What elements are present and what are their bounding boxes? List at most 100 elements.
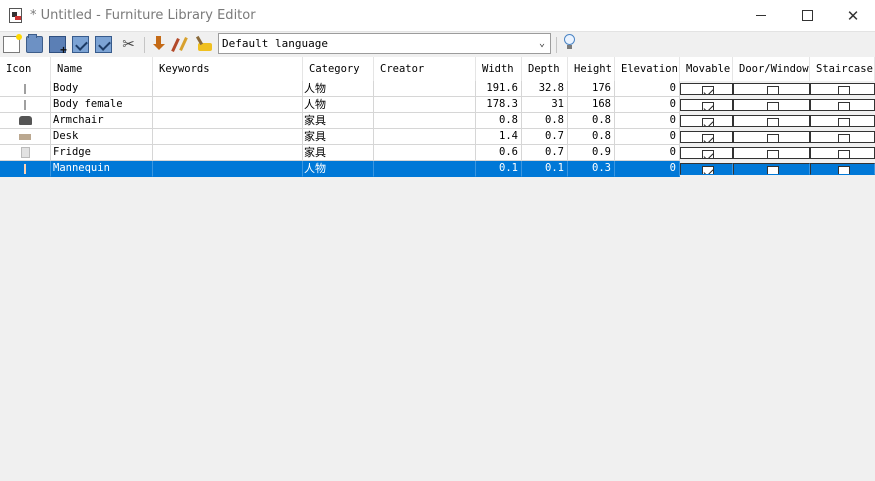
cell-staircase[interactable] [810, 115, 875, 127]
column-header-elevation[interactable]: Elevation [615, 57, 680, 81]
cell-icon[interactable] [0, 113, 51, 129]
merge-library-icon[interactable] [49, 36, 67, 57]
cell-creator[interactable] [374, 97, 476, 113]
cell-height[interactable]: 176 [568, 81, 615, 97]
cell-movable[interactable] [680, 163, 733, 175]
cell-keywords[interactable] [153, 81, 303, 97]
column-header-door-window[interactable]: Door/Window [733, 57, 810, 81]
door-window-checkbox[interactable] [767, 150, 779, 158]
cell-staircase[interactable] [810, 83, 875, 95]
movable-checkbox[interactable] [702, 150, 714, 158]
preferences-tools-icon[interactable]: ✂ [120, 36, 137, 53]
chevron-down-icon[interactable]: ⌄ [534, 34, 550, 53]
cell-staircase[interactable] [810, 147, 875, 159]
column-header-movable[interactable]: Movable [680, 57, 733, 81]
door-window-checkbox[interactable] [767, 118, 779, 126]
column-header-category[interactable]: Category [303, 57, 374, 81]
staircase-checkbox[interactable] [838, 134, 850, 142]
movable-checkbox[interactable] [702, 86, 714, 94]
table-row[interactable]: Body female 人物 178.3 31 168 0 [0, 97, 875, 113]
cell-category[interactable]: 家具 [303, 145, 374, 161]
cell-movable[interactable] [680, 99, 733, 111]
cell-door-window[interactable] [733, 99, 810, 111]
cell-width[interactable]: 191.6 [476, 81, 522, 97]
cell-creator[interactable] [374, 113, 476, 129]
door-window-checkbox[interactable] [767, 86, 779, 94]
door-window-checkbox[interactable] [767, 134, 779, 142]
cell-width[interactable]: 178.3 [476, 97, 522, 113]
import-furniture-icon[interactable] [150, 36, 167, 53]
cell-keywords[interactable] [153, 129, 303, 145]
maximize-button[interactable] [784, 0, 830, 31]
cell-staircase[interactable] [810, 163, 875, 175]
minimize-button[interactable] [738, 0, 784, 31]
cell-keywords[interactable] [153, 145, 303, 161]
cell-name[interactable]: Armchair [51, 113, 153, 129]
cell-depth[interactable]: 0.7 [522, 145, 568, 161]
cell-creator[interactable] [374, 129, 476, 145]
language-select[interactable]: Default language ⌄ [218, 33, 551, 54]
cell-name[interactable]: Fridge [51, 145, 153, 161]
cell-height[interactable]: 168 [568, 97, 615, 113]
staircase-checkbox[interactable] [838, 150, 850, 158]
cell-door-window[interactable] [733, 131, 810, 143]
column-header-width[interactable]: Width [476, 57, 522, 81]
cell-category[interactable]: 人物 [303, 161, 374, 177]
cell-depth[interactable]: 0.8 [522, 113, 568, 129]
cell-creator[interactable] [374, 161, 476, 177]
delete-furniture-icon[interactable] [196, 36, 213, 53]
cell-height[interactable]: 0.9 [568, 145, 615, 161]
cell-movable[interactable] [680, 131, 733, 143]
cell-keywords[interactable] [153, 161, 303, 177]
movable-checkbox[interactable] [702, 118, 714, 126]
cell-name[interactable]: Body female [51, 97, 153, 113]
table-row[interactable]: Desk 家具 1.4 0.7 0.8 0 [0, 129, 875, 145]
cell-icon[interactable] [0, 145, 51, 161]
column-header-depth[interactable]: Depth [522, 57, 568, 81]
cell-elevation[interactable]: 0 [615, 81, 680, 97]
column-header-height[interactable]: Height [568, 57, 615, 81]
cell-name[interactable]: Desk [51, 129, 153, 145]
cell-width[interactable]: 0.1 [476, 161, 522, 177]
cell-icon[interactable] [0, 161, 51, 177]
table-row[interactable]: Body 人物 191.6 32.8 176 0 [0, 81, 875, 97]
save-library-icon[interactable] [72, 36, 89, 53]
cell-elevation[interactable]: 0 [615, 97, 680, 113]
cell-staircase[interactable] [810, 131, 875, 143]
cell-door-window[interactable] [733, 163, 810, 175]
cell-staircase[interactable] [810, 99, 875, 111]
cell-icon[interactable] [0, 81, 51, 97]
cell-height[interactable]: 0.3 [568, 161, 615, 177]
cell-category[interactable]: 家具 [303, 129, 374, 145]
door-window-checkbox[interactable] [767, 102, 779, 110]
help-lightbulb-icon[interactable] [561, 34, 578, 51]
movable-checkbox[interactable] [702, 102, 714, 110]
cell-depth[interactable]: 0.1 [522, 161, 568, 177]
cell-door-window[interactable] [733, 115, 810, 127]
column-header-creator[interactable]: Creator [374, 57, 476, 81]
cell-door-window[interactable] [733, 83, 810, 95]
cell-movable[interactable] [680, 147, 733, 159]
cell-height[interactable]: 0.8 [568, 113, 615, 129]
staircase-checkbox[interactable] [838, 166, 850, 174]
column-header-keywords[interactable]: Keywords [153, 57, 303, 81]
door-window-checkbox[interactable] [767, 166, 779, 174]
cell-creator[interactable] [374, 145, 476, 161]
cell-elevation[interactable]: 0 [615, 161, 680, 177]
cell-keywords[interactable] [153, 113, 303, 129]
app-icon[interactable] [9, 8, 22, 23]
cell-name[interactable]: Mannequin [51, 161, 153, 177]
save-as-library-icon[interactable] [95, 36, 112, 53]
table-row[interactable]: Armchair 家具 0.8 0.8 0.8 0 [0, 113, 875, 129]
cell-category[interactable]: 人物 [303, 97, 374, 113]
new-library-icon[interactable] [3, 34, 22, 53]
cell-creator[interactable] [374, 81, 476, 97]
movable-checkbox[interactable] [702, 166, 714, 174]
cell-icon[interactable] [0, 97, 51, 113]
open-library-icon[interactable] [26, 34, 43, 53]
cell-door-window[interactable] [733, 147, 810, 159]
cell-elevation[interactable]: 0 [615, 129, 680, 145]
staircase-checkbox[interactable] [838, 86, 850, 94]
table-row[interactable]: Mannequin 人物 0.1 0.1 0.3 0 [0, 161, 875, 177]
cell-category[interactable]: 家具 [303, 113, 374, 129]
